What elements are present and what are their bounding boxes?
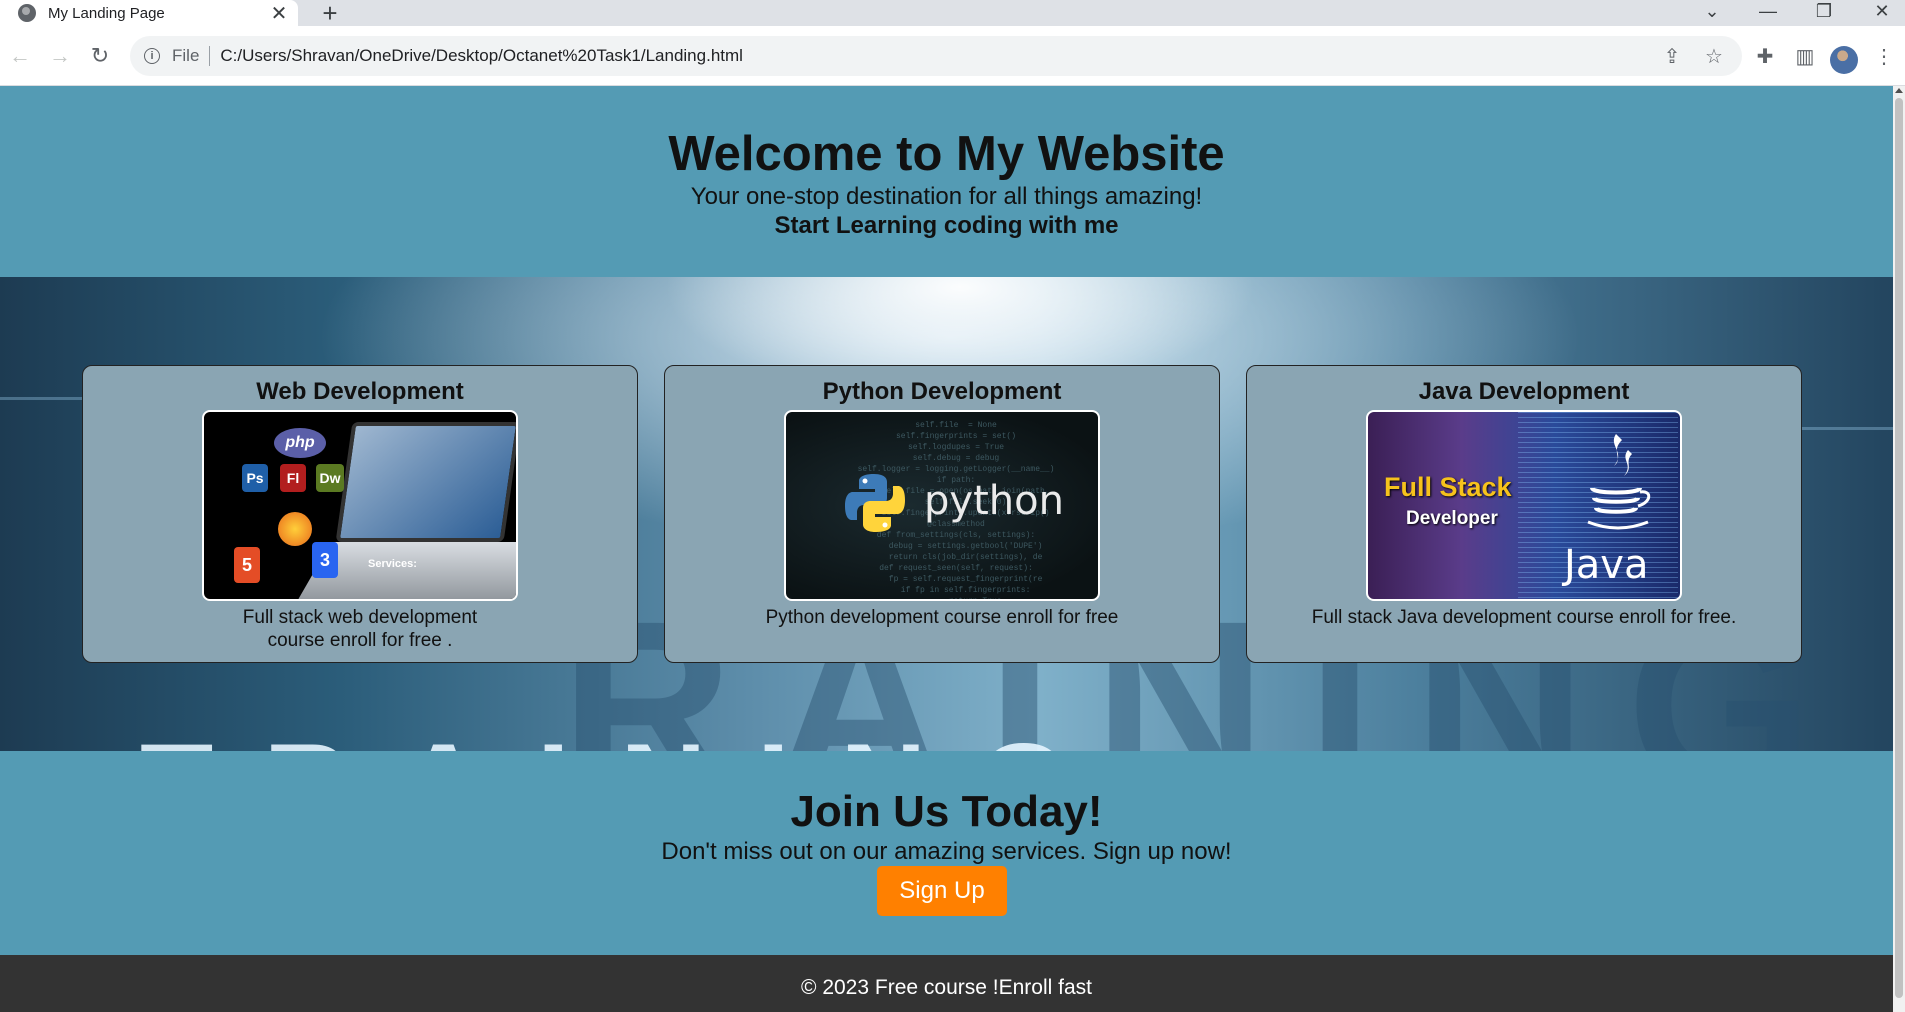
extensions-icon[interactable]: ✚ <box>1749 40 1781 72</box>
back-arrow-icon[interactable]: ← <box>4 40 36 72</box>
share-icon[interactable]: ⇪ <box>1660 44 1684 68</box>
css3-logo: 3 <box>312 542 338 578</box>
java-cup-icon <box>1587 434 1651 530</box>
join-section: Join Us Today! Don't miss out on our ama… <box>0 751 1893 955</box>
scrollbar[interactable] <box>1893 86 1905 1012</box>
php-logo: php <box>274 428 326 458</box>
service-card-python: Python Development self.file = None self… <box>664 365 1220 663</box>
html5-logo: 5 <box>234 547 260 583</box>
restore-icon[interactable]: ❐ <box>1804 0 1844 22</box>
card-title: Python Development <box>822 378 1062 405</box>
globe-icon <box>18 4 36 22</box>
url-text[interactable]: C:/Users/Shravan/OneDrive/Desktop/Octane… <box>220 46 743 66</box>
close-tab-icon[interactable]: ✕ <box>268 2 290 25</box>
background-watermark: TRAINING <box>140 717 1120 751</box>
card-description: Full stack Java development course enrol… <box>1311 607 1737 628</box>
scrollbar-thumb[interactable] <box>1895 98 1903 998</box>
join-title: Join Us Today! <box>790 787 1103 836</box>
info-icon[interactable]: i <box>144 48 160 64</box>
browser-toolbar: ← → ↻ i File C:/Users/Shravan/OneDrive/D… <box>0 26 1905 86</box>
browser-tab[interactable]: My Landing Page ✕ <box>0 0 298 26</box>
profile-avatar[interactable] <box>1830 46 1858 74</box>
developer-text: Developer <box>1406 508 1498 529</box>
java-wordmark: Java <box>1564 542 1649 588</box>
services-section: RAINING TRAINING Web Development php Ps … <box>0 277 1893 751</box>
reload-icon[interactable]: ↻ <box>84 40 116 72</box>
service-card-web: Web Development php Ps Fl Dw 5 3 Service… <box>82 365 638 663</box>
tab-title: My Landing Page <box>48 4 165 22</box>
card-title: Java Development <box>1418 378 1630 405</box>
join-text: Don't miss out on our amazing services. … <box>661 838 1232 865</box>
python-development-image: self.file = None self.fingerprints = set… <box>784 410 1100 601</box>
services-caption: Services: <box>368 558 417 570</box>
close-window-icon[interactable]: ✕ <box>1862 0 1902 22</box>
laptop-screen <box>335 422 516 542</box>
forward-arrow-icon[interactable]: → <box>44 40 76 72</box>
divider <box>209 46 211 66</box>
tab-search-icon[interactable]: ⌄ <box>1692 0 1732 22</box>
dreamweaver-logo: Dw <box>316 464 344 492</box>
firefox-logo <box>278 512 312 546</box>
service-card-java: Java Development Full Stack Developer Ja… <box>1246 365 1802 663</box>
hero-section: Welcome to My Website Your one-stop dest… <box>0 86 1893 277</box>
minimize-icon[interactable]: — <box>1748 0 1788 22</box>
address-bar[interactable]: i File C:/Users/Shravan/OneDrive/Desktop… <box>130 36 1742 76</box>
full-stack-text: Full Stack <box>1384 472 1512 502</box>
card-description: Python development course enroll for fre… <box>765 607 1119 628</box>
file-label: File <box>172 46 200 65</box>
star-icon[interactable]: ☆ <box>1702 44 1726 68</box>
sign-up-button[interactable]: Sign Up <box>877 866 1007 916</box>
menu-icon[interactable]: ⋮ <box>1868 40 1900 72</box>
web-development-image: php Ps Fl Dw 5 3 Services: <box>202 410 518 601</box>
page-content: Welcome to My Website Your one-stop dest… <box>0 86 1893 1012</box>
hero-tagline: Your one-stop destination for all things… <box>690 183 1203 210</box>
card-description: Full stack web development course enroll… <box>242 607 478 651</box>
java-development-image: Full Stack Developer Java <box>1366 410 1682 601</box>
scroll-up-arrow-icon[interactable] <box>1895 88 1903 93</box>
page-title: Welcome to My Website <box>668 127 1225 181</box>
flash-logo: Fl <box>280 464 306 492</box>
photoshop-logo: Ps <box>242 464 268 492</box>
side-panel-icon[interactable]: ▥ <box>1789 40 1821 72</box>
python-logo-icon <box>845 474 905 532</box>
new-tab-button[interactable]: + <box>316 0 344 28</box>
footer-text: © 2023 Free course !Enroll fast <box>801 976 1092 999</box>
python-wordmark: python <box>924 478 1064 524</box>
hero-subtitle: Start Learning coding with me <box>774 212 1119 239</box>
tab-strip: My Landing Page ✕ + ⌄ — ❐ ✕ <box>0 0 1905 28</box>
card-title: Web Development <box>256 378 464 405</box>
footer: © 2023 Free course !Enroll fast <box>0 955 1893 1012</box>
